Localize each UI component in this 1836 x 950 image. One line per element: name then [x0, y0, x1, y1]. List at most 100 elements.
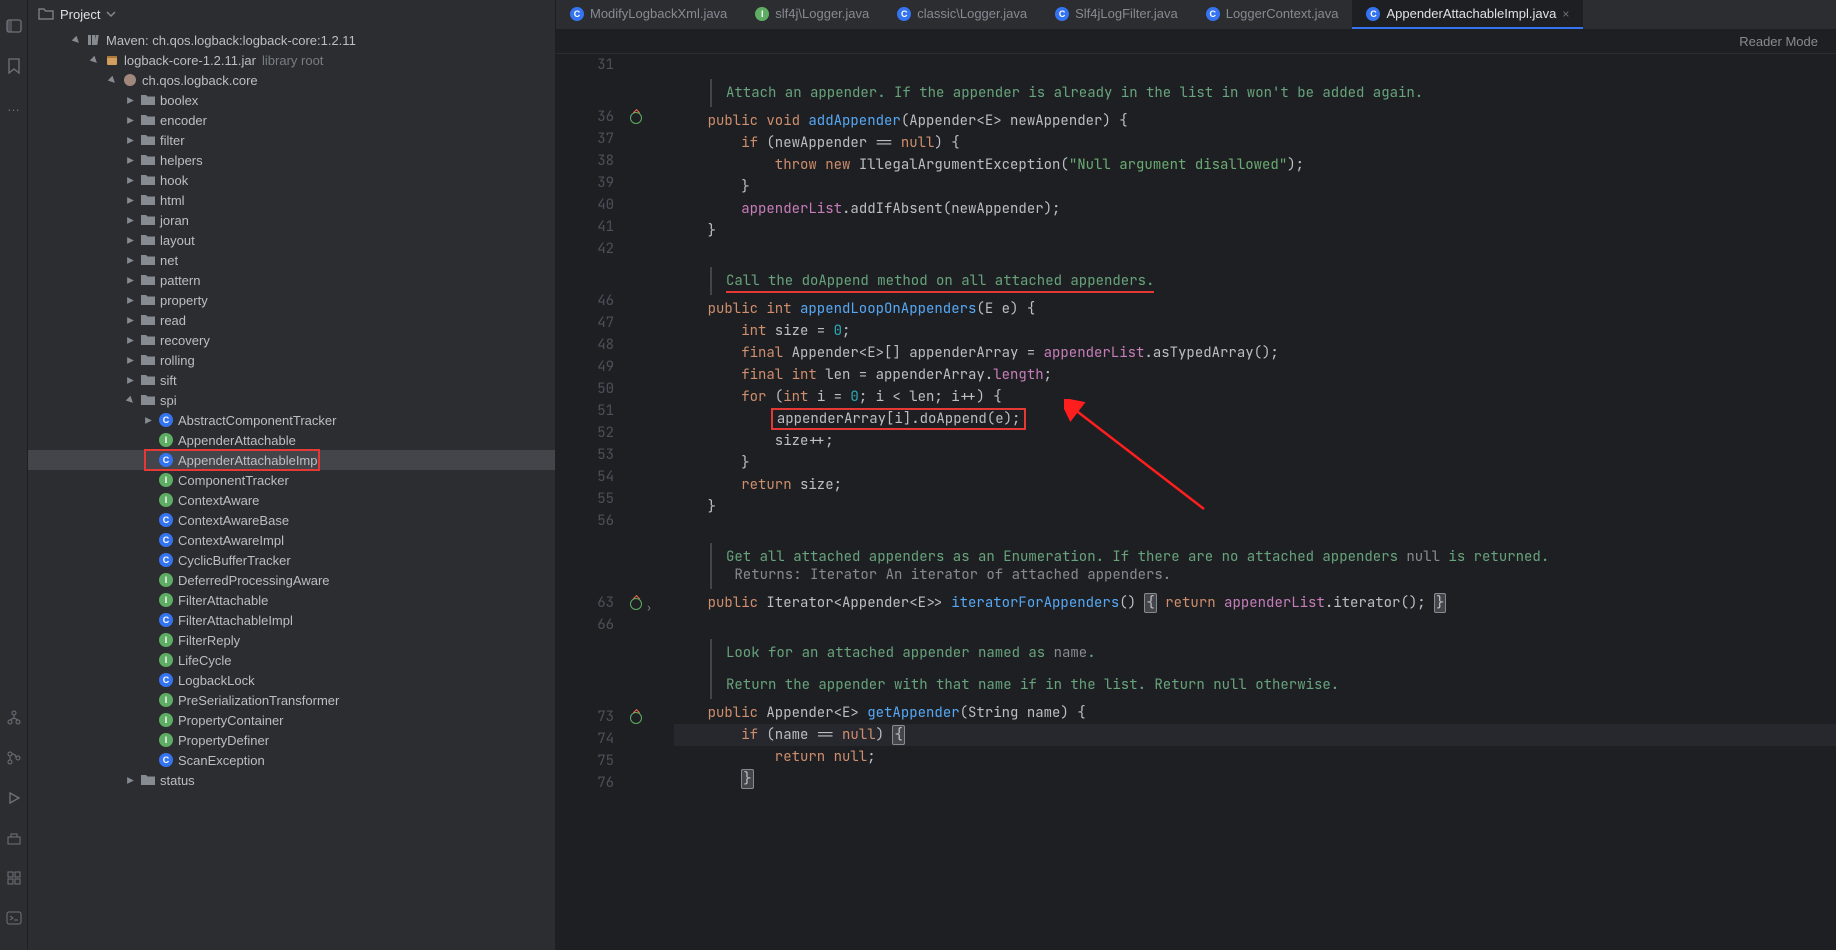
terminal-tool-icon[interactable] — [4, 908, 24, 928]
tree-jar[interactable]: logback-core-1.2.11.jar library root — [28, 50, 555, 70]
folder-icon — [140, 232, 156, 248]
structure-tool-icon[interactable] — [4, 708, 24, 728]
tree-folder[interactable]: pattern — [28, 270, 555, 290]
project-tree[interactable]: Maven: ch.qos.logback:logback-core:1.2.1… — [28, 28, 555, 950]
gutter-marks: › — [626, 54, 664, 950]
folder-icon — [140, 292, 156, 308]
tree-folder[interactable]: sift — [28, 370, 555, 390]
folder-icon — [140, 172, 156, 188]
code-editor[interactable]: 31 36 37 38 39 40 41 42 46 47 48 49 50 5… — [556, 54, 1836, 950]
tab-label: slf4j\Logger.java — [775, 6, 869, 21]
editor-tabs: C ModifyLogbackXml.java Islf4j\Logger.java… — [556, 0, 1836, 30]
editor-tab[interactable]: Islf4j\Logger.java — [741, 0, 883, 29]
tree-class-item[interactable]: ·CFilterAttachableImpl — [28, 610, 555, 630]
tree-folder[interactable]: property — [28, 290, 555, 310]
tree-folder[interactable]: html — [28, 190, 555, 210]
class-icon: C — [158, 532, 174, 548]
tree-folder[interactable]: net — [28, 250, 555, 270]
class-icon: C — [158, 512, 174, 528]
tree-folder[interactable]: boolex — [28, 90, 555, 110]
tree-folder[interactable]: rolling — [28, 350, 555, 370]
folder-icon — [140, 132, 156, 148]
editor-tab[interactable]: CSlf4jLogFilter.java — [1041, 0, 1192, 29]
tree-class-item[interactable]: ·IPropertyDefiner — [28, 730, 555, 750]
editor-tab[interactable]: C ModifyLogbackXml.java — [556, 0, 741, 29]
tree-folder[interactable]: recovery — [28, 330, 555, 350]
tree-class-item[interactable]: ·IPropertyContainer — [28, 710, 555, 730]
project-label: Project — [60, 7, 100, 22]
tab-label: ModifyLogbackXml.java — [590, 6, 727, 21]
tree-class-item[interactable]: ·CAppenderAttachableImpl — [28, 450, 555, 470]
class-icon: C — [1206, 7, 1220, 21]
services-tool-icon[interactable] — [4, 868, 24, 888]
folder-icon — [140, 252, 156, 268]
tree-class-item[interactable]: ·ILifeCycle — [28, 650, 555, 670]
tree-folder[interactable]: read — [28, 310, 555, 330]
interface-icon: I — [158, 472, 174, 488]
editor-tab[interactable]: Cclassic\Logger.java — [883, 0, 1041, 29]
tree-class-item[interactable]: ·IAppenderAttachable — [28, 430, 555, 450]
tree-class-item[interactable]: ·CLogbackLock — [28, 670, 555, 690]
interface-icon: I — [158, 712, 174, 728]
tree-folder[interactable]: helpers — [28, 150, 555, 170]
folder-icon — [140, 332, 156, 348]
folder-icon — [140, 192, 156, 208]
jar-icon — [104, 52, 120, 68]
close-icon[interactable]: × — [1562, 7, 1569, 21]
git-tool-icon[interactable] — [4, 748, 24, 768]
class-icon: C — [570, 7, 584, 21]
class-icon: C — [158, 412, 174, 428]
tree-folder[interactable]: encoder — [28, 110, 555, 130]
run-tool-icon[interactable] — [4, 788, 24, 808]
tree-class-item[interactable]: ·CContextAwareImpl — [28, 530, 555, 550]
class-icon: C — [158, 752, 174, 768]
class-icon: C — [1366, 7, 1380, 21]
chevron-down-icon — [106, 9, 116, 19]
tree-folder[interactable]: filter — [28, 130, 555, 150]
tab-label: classic\Logger.java — [917, 6, 1027, 21]
tree-spi-folder[interactable]: spi — [28, 390, 555, 410]
tree-class-item[interactable]: ·IContextAware — [28, 490, 555, 510]
interface-icon: I — [158, 692, 174, 708]
tree-folder[interactable]: layout — [28, 230, 555, 250]
folder-icon — [140, 392, 156, 408]
project-header[interactable]: Project — [28, 0, 555, 28]
folder-icon — [140, 772, 156, 788]
folder-icon — [140, 272, 156, 288]
javadoc-block: Attach an appender. If the appender is a… — [710, 79, 1836, 107]
interface-icon: I — [158, 572, 174, 588]
class-icon: C — [897, 7, 911, 21]
javadoc-block: Get all attached appenders as an Enumera… — [710, 543, 1836, 589]
reader-mode-label[interactable]: Reader Mode — [1739, 34, 1818, 49]
tree-class-item[interactable]: CAbstractComponentTracker — [28, 410, 555, 430]
build-tool-icon[interactable] — [4, 828, 24, 848]
tree-class-item[interactable]: ·IFilterAttachable — [28, 590, 555, 610]
bookmarks-tool-icon[interactable] — [4, 56, 24, 76]
editor-tab[interactable]: CLoggerContext.java — [1192, 0, 1353, 29]
tree-folder[interactable]: joran — [28, 210, 555, 230]
highlighted-code: appenderArray[i].doAppend(e); — [771, 408, 1027, 430]
tree-class-item[interactable]: ·IComponentTracker — [28, 470, 555, 490]
editor-subbar: Reader Mode — [556, 30, 1836, 54]
tree-maven-root[interactable]: Maven: ch.qos.logback:logback-core:1.2.1… — [28, 30, 555, 50]
tree-package[interactable]: ch.qos.logback.core — [28, 70, 555, 90]
tree-class-item[interactable]: ·CContextAwareBase — [28, 510, 555, 530]
folder-icon — [140, 312, 156, 328]
tree-class-item[interactable]: ·IPreSerializationTransformer — [28, 690, 555, 710]
folder-icon — [140, 352, 156, 368]
interface-icon: I — [158, 432, 174, 448]
library-icon — [86, 32, 102, 48]
tree-class-item[interactable]: ·CCyclicBufferTracker — [28, 550, 555, 570]
folder-icon — [140, 112, 156, 128]
tree-class-item[interactable]: ·IFilterReply — [28, 630, 555, 650]
tree-status-folder[interactable]: status — [28, 770, 555, 790]
javadoc-block: Call the doAppend method on all attached… — [710, 267, 1836, 295]
editor-tab[interactable]: CAppenderAttachableImpl.java× — [1352, 0, 1583, 29]
more-tool-icon[interactable]: … — [4, 96, 24, 116]
project-tool-icon[interactable] — [4, 16, 24, 36]
tree-class-item[interactable]: ·IDeferredProcessingAware — [28, 570, 555, 590]
interface-icon: I — [755, 7, 769, 21]
tree-class-item[interactable]: ·CScanException — [28, 750, 555, 770]
code-content[interactable]: Attach an appender. If the appender is a… — [664, 54, 1836, 950]
tree-folder[interactable]: hook — [28, 170, 555, 190]
